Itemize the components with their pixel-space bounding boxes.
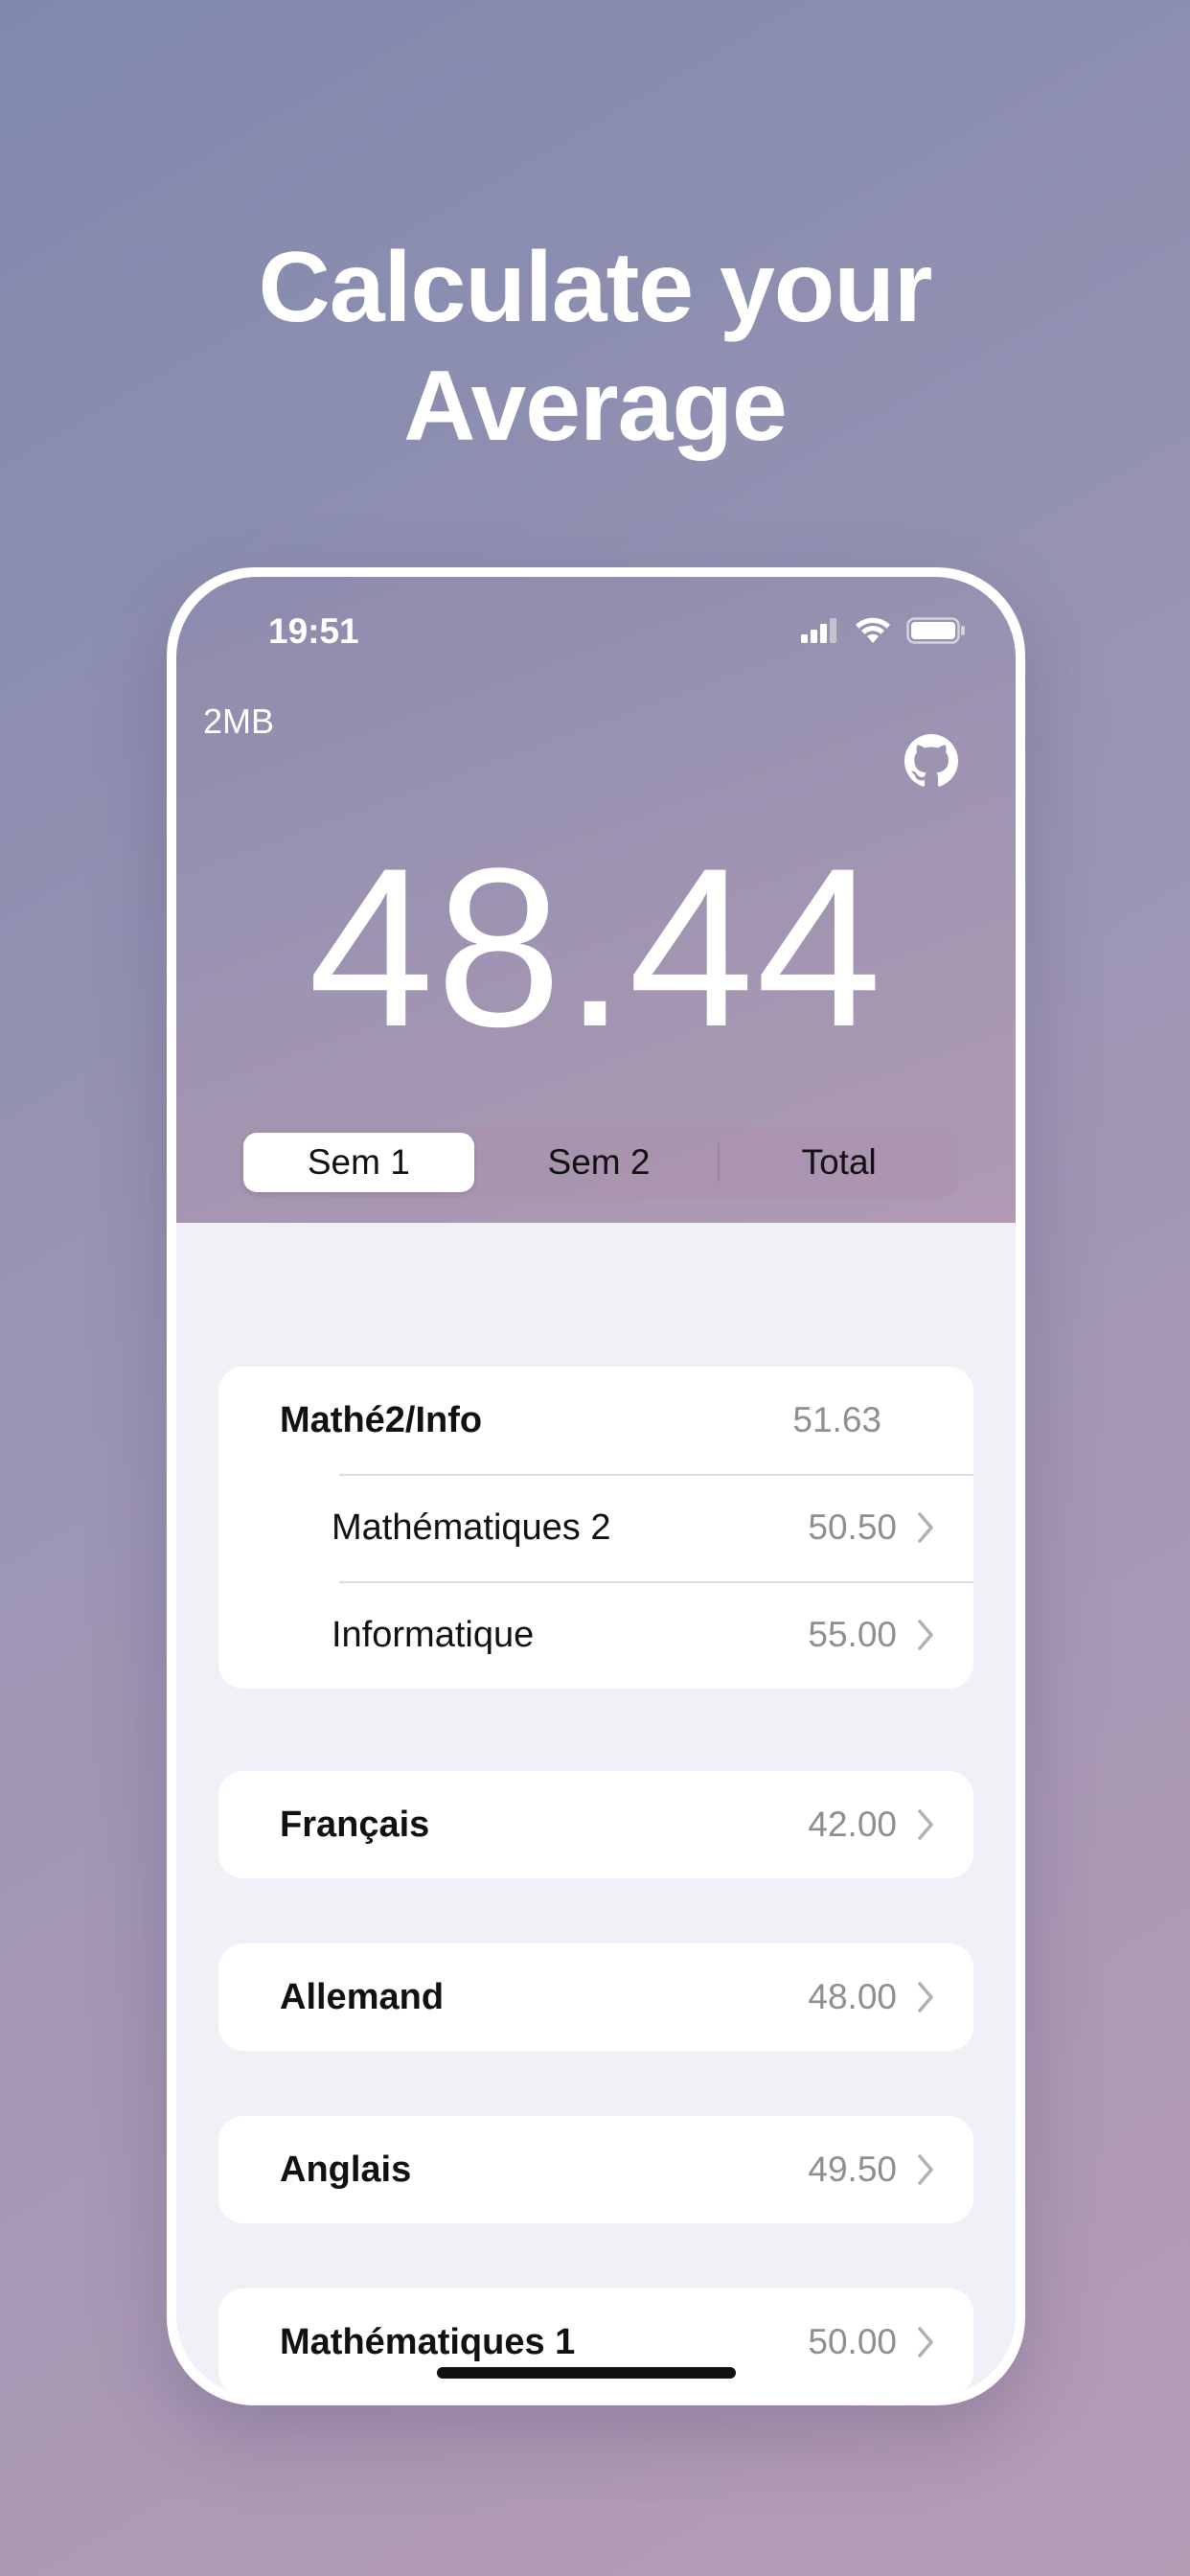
chevron-right-icon [918,1809,933,1840]
subject-name: Anglais [280,2149,412,2190]
app-screen: 19:51 2MB 48.44 Sem 1 Sem 2 Total Mathé2… [176,577,1016,2396]
subject-name: Mathématiques 1 [280,2321,576,2362]
chevron-right-icon [918,2327,933,2358]
chevron-right-icon [918,1982,933,2012]
overall-average: 48.44 [308,821,884,1074]
group-name: Mathé2/Info [280,1399,483,1440]
subject-card: Allemand 48.00 [218,1944,973,2051]
subject-name: Mathématiques 2 [332,1506,611,1548]
subject-average: 48.00 [808,1977,897,2016]
segment-total[interactable]: Total [723,1133,954,1192]
subject-row[interactable]: Mathématiques 2 50.50 [218,1474,973,1581]
cellular-signal-icon [801,618,836,643]
storage-label: 2MB [203,702,275,741]
subject-average: 50.50 [808,1507,897,1547]
subject-average: 49.50 [808,2150,897,2189]
row-divider [339,1581,973,1583]
wifi-icon [856,617,890,643]
subject-card: Anglais 49.50 [218,2116,973,2223]
group-header-row[interactable]: Mathé2/Info 51.63 [218,1367,973,1474]
battery-icon [906,617,965,644]
home-indicator[interactable] [437,2367,736,2379]
semester-segmented-control: Sem 1 Sem 2 Total [240,1127,958,1198]
average-header: 19:51 2MB 48.44 Sem 1 Sem 2 Total [176,577,1016,1223]
headline-line-1: Calculate your [258,232,933,343]
chevron-right-icon [918,2154,933,2185]
segment-sem-1[interactable]: Sem 1 [243,1133,474,1192]
chevron-right-icon [918,1620,933,1650]
subject-card: Mathématiques 1 50.00 [218,2288,973,2396]
subject-group-card: Mathé2/Info 51.63 Mathématiques 2 50.50 … [218,1367,973,1689]
phone-frame: 19:51 2MB 48.44 Sem 1 Sem 2 Total Mathé2… [167,567,1025,2405]
subject-average: 42.00 [808,1805,897,1844]
subject-name: Informatique [332,1614,535,1655]
subject-card: Français 42.00 [218,1771,973,1878]
headline-line-2: Average [403,351,788,462]
promo-headline: Calculate your Average [0,228,1190,466]
segment-sem-2[interactable]: Sem 2 [484,1133,715,1192]
subject-name: Allemand [280,1976,445,2017]
group-average: 51.63 [792,1400,881,1439]
subject-row[interactable]: Français 42.00 [218,1771,973,1878]
status-time: 19:51 [268,611,359,651]
subject-row[interactable]: Informatique 55.00 [218,1581,973,1689]
chevron-right-icon [918,1512,933,1543]
subject-row[interactable]: Anglais 49.50 [218,2116,973,2223]
subject-average: 50.00 [808,2322,897,2361]
subject-name: Français [280,1804,430,1845]
subject-average: 55.00 [808,1615,897,1654]
github-icon[interactable] [904,734,958,788]
subject-row[interactable]: Allemand 48.00 [218,1944,973,2051]
segment-divider [718,1143,721,1182]
row-divider [339,1474,973,1476]
status-icons [801,617,966,644]
subject-row[interactable]: Mathématiques 1 50.00 [218,2288,973,2396]
